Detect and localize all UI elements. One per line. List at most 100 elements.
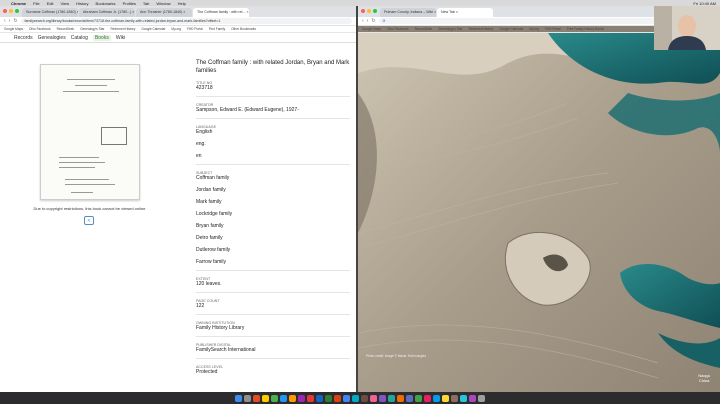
app-icon[interactable]: [388, 394, 395, 402]
subject-link[interactable]: Coffman family: [196, 175, 350, 182]
app-icon[interactable]: [289, 394, 296, 402]
menu-edit[interactable]: Edit: [47, 1, 54, 6]
subject-link[interactable]: Farrow family: [196, 259, 350, 266]
excel-icon[interactable]: [325, 394, 332, 402]
bookmark-item[interactable]: My.org: [171, 27, 181, 31]
app-icon[interactable]: [442, 394, 449, 402]
app-icon[interactable]: [307, 394, 314, 402]
menubar-app[interactable]: Chrome: [11, 1, 26, 6]
forward-arrow-icon[interactable]: ›: [367, 18, 369, 24]
app-icon[interactable]: [271, 394, 278, 402]
app-icon[interactable]: [379, 394, 386, 402]
menu-profiles[interactable]: Profiles: [123, 1, 136, 6]
nav-catalog[interactable]: Catalog: [71, 35, 88, 41]
bookmark-item[interactable]: Genealogy's Star: [80, 27, 104, 31]
app-icon[interactable]: [298, 394, 305, 402]
app-icon[interactable]: [469, 394, 476, 402]
subject-link[interactable]: Lockridge family: [196, 211, 350, 218]
menu-history[interactable]: History: [76, 1, 88, 6]
back-arrow-icon[interactable]: ‹: [4, 18, 6, 24]
menubar-clock[interactable]: Fri 10:40 AM: [693, 1, 716, 6]
reload-icon[interactable]: ↻: [13, 18, 17, 24]
bookmark-item[interactable]: RecordSeek: [415, 27, 433, 31]
launchpad-icon[interactable]: [244, 394, 251, 402]
app-icon[interactable]: [397, 394, 404, 402]
menu-file[interactable]: File: [33, 1, 39, 6]
tab-surname-coffman[interactable]: Surname Coffman (1780-1840) ×: [22, 8, 78, 17]
notes-icon[interactable]: [262, 394, 269, 402]
menu-bookmarks[interactable]: Bookmarks: [96, 1, 116, 6]
app-icon[interactable]: [460, 394, 467, 402]
bookmark-item[interactable]: Ohio Facebook: [29, 27, 51, 31]
app-icon[interactable]: [361, 394, 368, 402]
url-field[interactable]: familysearch.org/library/books/records/i…: [20, 18, 352, 24]
tab-abraham-coffman[interactable]: Abraham Coffman Jr. (1780...) ×: [79, 8, 135, 17]
webcam-overlay: [654, 6, 720, 50]
bookmark-item[interactable]: My.org: [529, 27, 539, 31]
subject-link[interactable]: Dutlerow family: [196, 247, 350, 254]
app-icon[interactable]: [352, 394, 359, 402]
app-icon[interactable]: [433, 394, 440, 402]
familysearch-nav: Records Genealogies Catalog Books Wiki: [0, 33, 356, 43]
menu-window[interactable]: Window: [156, 1, 170, 6]
bookmark-item[interactable]: FHD Portal: [545, 27, 561, 31]
zoom-window-icon[interactable]: [373, 9, 377, 13]
app-icon[interactable]: [451, 394, 458, 402]
bookmark-item[interactable]: Find Family: [209, 27, 225, 31]
minimize-window-icon[interactable]: [367, 9, 371, 13]
bookmark-item[interactable]: Reformed History: [469, 27, 494, 31]
bookmark-item[interactable]: FHD Portal: [187, 27, 203, 31]
reload-icon[interactable]: ↻: [371, 18, 375, 24]
trash-icon[interactable]: [478, 394, 485, 402]
photo-credit[interactable]: Photo credit: Image © Maxar Technologies: [366, 354, 426, 358]
menu-view[interactable]: View: [60, 1, 69, 6]
close-window-icon[interactable]: [3, 9, 7, 13]
bookmark-item[interactable]: Genealogy's Star: [438, 27, 462, 31]
location-badge[interactable]: Naqqu China: [698, 373, 710, 383]
language-value: English: [196, 129, 213, 135]
powerpoint-icon[interactable]: [334, 394, 341, 402]
title-no-value: 423718: [196, 85, 213, 91]
tab-coffman-family[interactable]: The Coffman family : with rel... ×: [193, 8, 249, 17]
nav-wiki[interactable]: Wiki: [116, 35, 125, 41]
bookmark-item[interactable]: Google Calendar: [141, 27, 165, 31]
bookmark-item[interactable]: Other Bookmarks: [231, 27, 256, 31]
subject-link[interactable]: Mark family: [196, 199, 350, 206]
subject-link[interactable]: Bryan family: [196, 223, 350, 230]
right-browser-window: Putnam County, Indiana – Wiki × New Tab …: [358, 6, 720, 392]
menu-tab[interactable]: Tab: [143, 1, 149, 6]
close-window-icon[interactable]: [361, 9, 365, 13]
tab-putnam-county[interactable]: Putnam County, Indiana – Wiki ×: [380, 8, 436, 17]
forward-arrow-icon[interactable]: ›: [9, 18, 11, 24]
app-icon[interactable]: [280, 394, 287, 402]
nav-records[interactable]: Records: [14, 35, 33, 41]
zoom-window-icon[interactable]: [15, 9, 19, 13]
back-arrow-icon[interactable]: ‹: [362, 18, 364, 24]
bookmark-item[interactable]: Google Maps: [4, 27, 23, 31]
minimize-window-icon[interactable]: [9, 9, 13, 13]
app-icon[interactable]: [253, 394, 260, 402]
subject-link[interactable]: Detro family: [196, 235, 350, 242]
nav-genealogies[interactable]: Genealogies: [38, 35, 66, 41]
chrome-icon[interactable]: [343, 394, 350, 402]
bookmark-item[interactable]: Google Calendar: [499, 27, 523, 31]
app-icon[interactable]: [370, 394, 377, 402]
subject-link[interactable]: Jordan family: [196, 187, 350, 194]
window-controls: [361, 9, 377, 13]
app-icon[interactable]: [406, 394, 413, 402]
bookmark-item[interactable]: Reformed History: [111, 27, 136, 31]
bookmark-item[interactable]: RecordSeek: [57, 27, 75, 31]
app-icon[interactable]: [424, 394, 431, 402]
app-icon[interactable]: [415, 394, 422, 402]
bookmark-item[interactable]: Ohio Facebook: [387, 27, 409, 31]
tab-new-tab[interactable]: New Tab ×: [437, 8, 493, 17]
creator-value[interactable]: Sampson, Edward E. (Edward Eugene), 1927…: [196, 107, 350, 114]
bookmark-item[interactable]: Free Family History Books: [567, 27, 604, 31]
word-icon[interactable]: [316, 394, 323, 402]
nav-books[interactable]: Books: [92, 34, 111, 41]
bookmark-item[interactable]: Google Maps: [362, 27, 381, 31]
finder-icon[interactable]: [235, 394, 242, 402]
share-button[interactable]: <: [84, 216, 94, 225]
tab-ann-thrasher[interactable]: Ann Thrasher (1780-1840) ×: [136, 8, 192, 17]
menu-help[interactable]: Help: [178, 1, 186, 6]
